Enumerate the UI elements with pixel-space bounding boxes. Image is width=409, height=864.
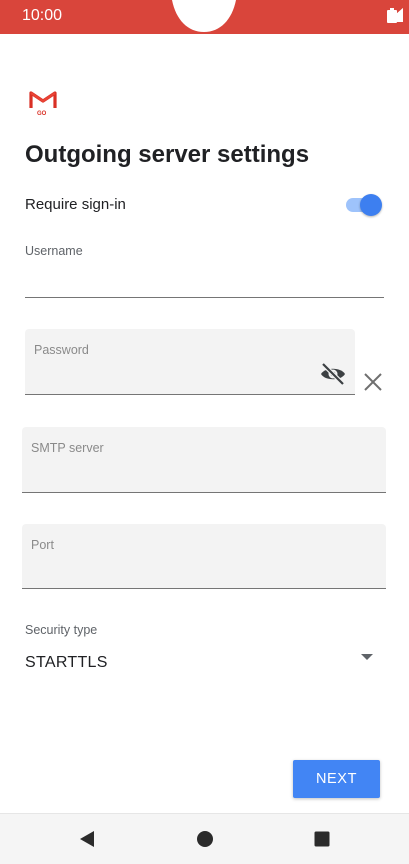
back-triangle-icon[interactable] — [78, 829, 96, 849]
security-type-select[interactable]: STARTTLS — [25, 648, 377, 678]
gmail-logo-icon — [29, 91, 57, 109]
recents-square-icon[interactable] — [313, 829, 331, 849]
security-type-value: STARTTLS — [25, 654, 108, 671]
eye-off-icon[interactable] — [320, 362, 346, 386]
logo-go-text: GO — [37, 111, 47, 117]
security-type-label: Security type — [25, 623, 98, 637]
port-field[interactable]: Port — [22, 524, 386, 589]
home-circle-icon[interactable] — [196, 829, 214, 849]
status-bar: 10:00 — [0, 0, 409, 34]
smtp-server-label: SMTP server — [31, 441, 104, 455]
require-signin-label: Require sign-in — [25, 196, 126, 213]
username-label: Username — [25, 244, 83, 258]
password-field[interactable]: Password — [25, 329, 355, 395]
next-button[interactable]: NEXT — [293, 760, 380, 798]
username-field[interactable]: Username — [25, 240, 384, 298]
page-title: Outgoing server settings — [25, 141, 310, 168]
smtp-server-field[interactable]: SMTP server — [22, 427, 386, 493]
toggle-thumb — [360, 194, 382, 216]
status-time: 10:00 — [22, 7, 63, 24]
password-label: Password — [34, 343, 89, 357]
require-signin-toggle[interactable] — [344, 194, 382, 216]
gmail-go-logo: GO — [28, 88, 58, 120]
require-signin-row: Require sign-in — [25, 194, 382, 216]
navigation-bar — [0, 813, 409, 864]
port-label: Port — [31, 538, 54, 552]
close-icon[interactable] — [362, 371, 384, 393]
battery-icon — [387, 8, 397, 23]
dropdown-arrow-icon — [361, 654, 373, 660]
